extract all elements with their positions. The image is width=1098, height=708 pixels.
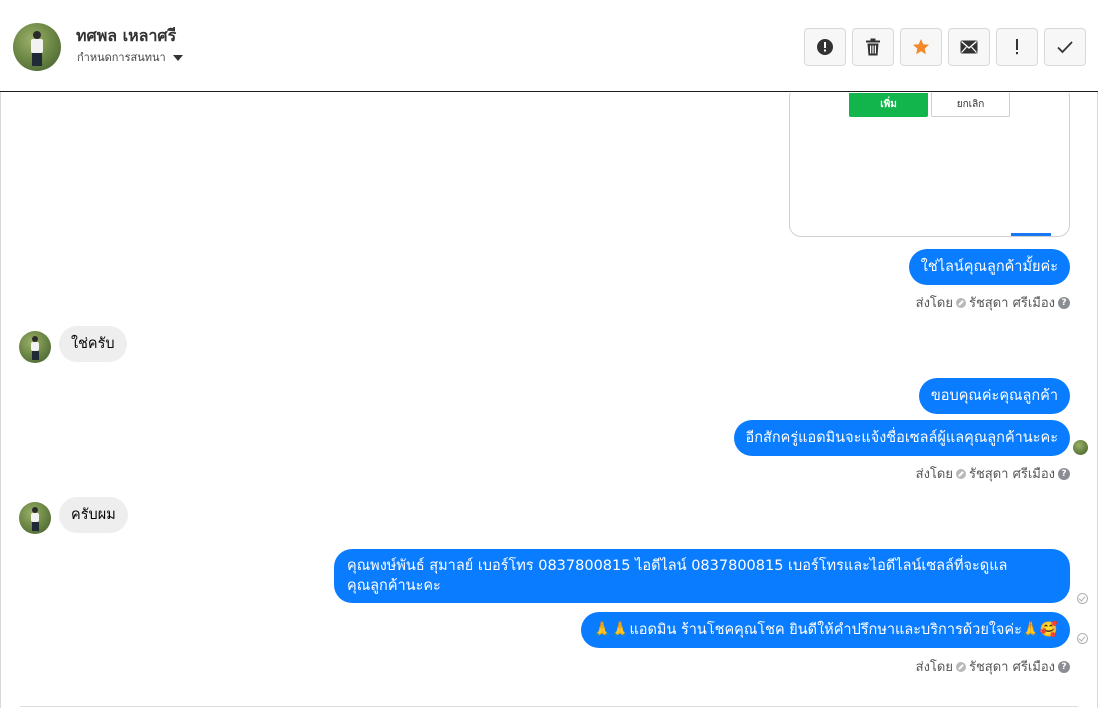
alert-button[interactable] (804, 28, 846, 66)
card-accent-bar (1011, 233, 1051, 236)
alert-circle-icon (817, 39, 833, 55)
shared-screenshot-card[interactable]: เพิ่ม ยกเลิก (789, 93, 1070, 237)
message-thread[interactable]: เพิ่ม ยกเลิก ใช่ไลน์คุณลูกค้ามั้ยค่ะ ส่ง… (0, 93, 1098, 708)
help-icon[interactable]: ? (1058, 296, 1070, 309)
header-actions (804, 28, 1086, 66)
agent-status-icon (955, 661, 966, 672)
exclamation-icon (1016, 39, 1018, 55)
message-line: คุณลูกค้านะคะ (347, 578, 441, 594)
mark-done-button[interactable] (1044, 28, 1086, 66)
sent-by-name: รัชสุดา ศรีเมือง (968, 660, 1055, 675)
contact-avatar[interactable] (13, 23, 61, 71)
agent-status-icon (955, 468, 966, 479)
conversation-schedule-dropdown[interactable]: กำหนดการสนทนา (77, 48, 183, 66)
conversation-header: ทศพล เหลาศรี กำหนดการสนทนา (0, 0, 1098, 92)
contact-name: ทศพล เหลาศรี (76, 26, 177, 45)
outgoing-message[interactable]: อีกสักครู่แอดมินจะแจ้งชื่อเซลล์ผู้แลคุณล… (733, 420, 1070, 456)
star-button[interactable] (900, 28, 942, 66)
sent-by-prefix: ส่งโดย (915, 296, 953, 311)
outgoing-message[interactable]: 🙏🙏แอดมิน ร้านโชคคุณโชค ยินดีให้คำปรึกษาแ… (581, 612, 1070, 648)
trash-icon (866, 38, 880, 56)
add-button[interactable]: เพิ่ม (849, 93, 928, 117)
incoming-message[interactable]: ใช่ครับ (59, 326, 127, 362)
caret-down-icon (172, 55, 183, 61)
check-icon (1057, 41, 1073, 54)
conversation-schedule-label: กำหนดการสนทนา (77, 51, 166, 64)
sent-by-info: ส่งโดย รัชสุดา ศรีเมือง ? (916, 463, 1070, 484)
sent-by-prefix: ส่งโดย (915, 467, 953, 482)
cancel-button[interactable]: ยกเลิก (931, 93, 1010, 117)
sent-by-prefix: ส่งโดย (915, 660, 953, 675)
sent-by-name: รัชสุดา ศรีเมือง (968, 296, 1055, 311)
incoming-message[interactable]: ครับผม (59, 497, 128, 533)
sent-by-info: ส่งโดย รัชสุดา ศรีเมือง ? (916, 292, 1070, 313)
agent-status-icon (955, 297, 966, 308)
star-icon (913, 39, 929, 55)
outgoing-message[interactable]: ใช่ไลน์คุณลูกค้ามั้ยค่ะ (908, 249, 1070, 285)
sent-by-info: ส่งโดย รัชสุดา ศรีเมือง ? (916, 656, 1070, 677)
help-icon[interactable]: ? (1058, 467, 1070, 480)
envelope-icon (960, 40, 978, 54)
sent-by-name: รัชสุดา ศรีเมือง (968, 467, 1055, 482)
exclamation-button[interactable] (996, 28, 1038, 66)
mail-button[interactable] (948, 28, 990, 66)
seen-avatar (1073, 440, 1088, 455)
delivered-check-icon (1077, 593, 1088, 604)
help-icon[interactable]: ? (1058, 660, 1070, 673)
contact-avatar-small (19, 331, 51, 363)
outgoing-message-multiline[interactable]: คุณพงษ์พันธ์ สุมาลย์ เบอร์โทร 0837800815… (334, 549, 1070, 603)
delete-button[interactable] (852, 28, 894, 66)
contact-avatar-small (19, 502, 51, 534)
outgoing-message[interactable]: ขอบคุณค่ะคุณลูกค้า (918, 378, 1070, 414)
composer-divider (20, 706, 1078, 707)
message-line: คุณพงษ์พันธ์ สุมาลย์ เบอร์โทร 0837800815… (347, 558, 1008, 574)
delivered-check-icon (1077, 633, 1088, 644)
